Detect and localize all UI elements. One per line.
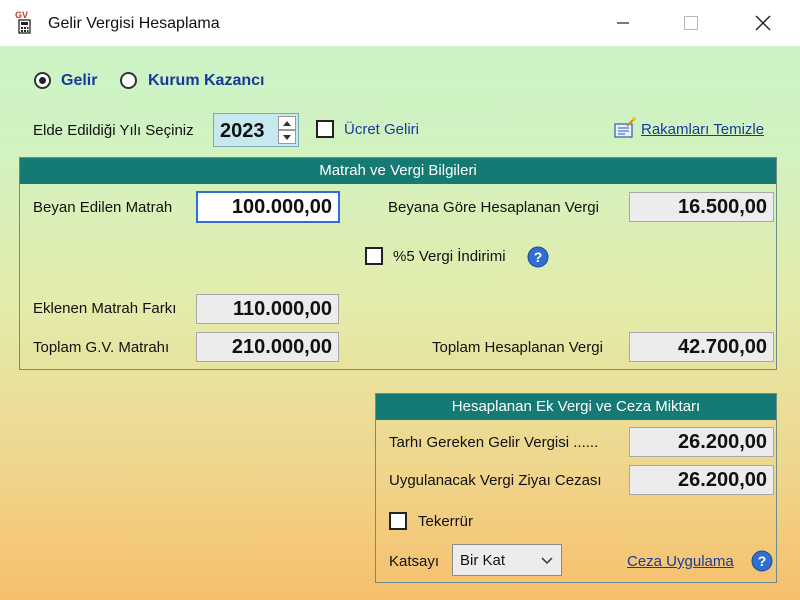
declared-base-input[interactable]: 100.000,00 bbox=[196, 191, 340, 223]
radio-gelir[interactable] bbox=[34, 72, 51, 89]
apply-penalty-link[interactable]: Ceza Uygulama bbox=[627, 553, 734, 570]
total-base-label: Toplam G.V. Matrahı bbox=[33, 339, 170, 356]
maximize-icon bbox=[684, 16, 698, 30]
total-tax-value: 42.700,00 bbox=[629, 332, 774, 362]
penalty-value: 26.200,00 bbox=[629, 465, 774, 495]
year-spinner[interactable]: 2023 bbox=[213, 113, 299, 147]
assess-value: 26.200,00 bbox=[629, 427, 774, 457]
erase-icon[interactable] bbox=[613, 116, 637, 140]
radio-kurum-kazanci[interactable] bbox=[120, 72, 137, 89]
radio-gelir-label[interactable]: Gelir bbox=[61, 72, 97, 90]
added-base-label: Eklenen Matrah Farkı bbox=[33, 300, 177, 317]
coef-select[interactable]: Bir Kat bbox=[452, 544, 562, 576]
radio-kurum-kazanci-label[interactable]: Kurum Kazancı bbox=[148, 72, 264, 90]
penalty-group-title: Hesaplanan Ek Vergi ve Ceza Miktarı bbox=[376, 394, 776, 420]
discount-checkbox[interactable] bbox=[365, 247, 383, 265]
assess-label: Tarhı Gereken Gelir Vergisi ...... bbox=[389, 434, 599, 451]
declared-tax-value: 16.500,00 bbox=[629, 192, 774, 222]
maximize-button[interactable] bbox=[668, 0, 714, 46]
wage-income-checkbox[interactable] bbox=[316, 120, 334, 138]
declared-base-label: Beyan Edilen Matrah bbox=[33, 199, 173, 216]
help-icon[interactable]: ? bbox=[751, 550, 773, 572]
wage-income-label[interactable]: Ücret Geliri bbox=[344, 121, 419, 138]
year-label: Elde Edildiği Yılı Seçiniz bbox=[33, 122, 194, 139]
coef-value[interactable]: Bir Kat bbox=[460, 552, 505, 569]
repeat-checkbox[interactable] bbox=[389, 512, 407, 530]
svg-text:?: ? bbox=[758, 553, 767, 569]
clear-link[interactable]: Rakamları Temizle bbox=[641, 121, 764, 138]
help-icon[interactable]: ? bbox=[527, 246, 549, 268]
app-window: GV Gelir Vergisi Hesaplama Gelir Kurum K… bbox=[0, 0, 800, 600]
chevron-up-icon bbox=[283, 120, 291, 126]
year-up-button[interactable] bbox=[278, 116, 296, 130]
total-base-value: 210.000,00 bbox=[196, 332, 339, 362]
chevron-down-icon bbox=[283, 134, 291, 140]
discount-label[interactable]: %5 Vergi İndirimi bbox=[393, 248, 506, 265]
minimize-button[interactable] bbox=[600, 0, 646, 46]
calculator-icon: GV bbox=[14, 9, 36, 35]
total-tax-label: Toplam Hesaplanan Vergi bbox=[432, 339, 603, 356]
svg-text:GV: GV bbox=[15, 10, 28, 20]
window-title: Gelir Vergisi Hesaplama bbox=[48, 15, 220, 32]
matrah-group-title: Matrah ve Vergi Bilgileri bbox=[20, 158, 776, 184]
year-down-button[interactable] bbox=[278, 130, 296, 144]
repeat-label[interactable]: Tekerrür bbox=[418, 513, 473, 530]
coef-label: Katsayı bbox=[389, 553, 440, 570]
close-button[interactable] bbox=[740, 0, 786, 46]
declared-tax-label: Beyana Göre Hesaplanan Vergi bbox=[388, 199, 599, 216]
added-base-value: 110.000,00 bbox=[196, 294, 339, 324]
title-bar: GV Gelir Vergisi Hesaplama bbox=[0, 0, 800, 46]
svg-text:?: ? bbox=[534, 249, 543, 265]
year-value[interactable]: 2023 bbox=[220, 120, 265, 143]
penalty-label: Uygulanacak Vergi Ziyaı Cezası bbox=[389, 472, 602, 489]
chevron-down-icon bbox=[541, 557, 553, 565]
close-icon bbox=[755, 15, 771, 31]
minimize-icon bbox=[617, 22, 629, 24]
